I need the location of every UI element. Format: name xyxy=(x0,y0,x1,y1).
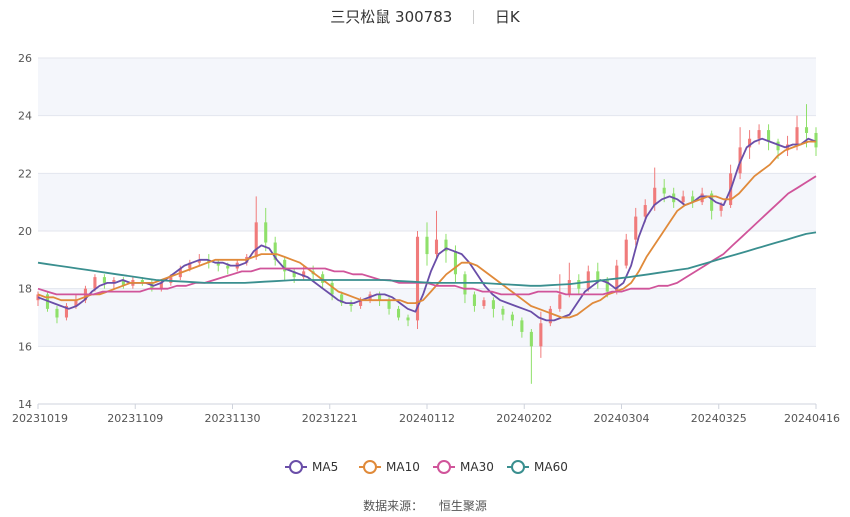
candle-body xyxy=(482,300,486,306)
x-tick-label: 20240202 xyxy=(496,412,552,425)
candle-body xyxy=(425,236,429,255)
x-tick-label: 20231109 xyxy=(107,412,163,425)
x-tick-label: 20231130 xyxy=(205,412,261,425)
y-axis: 14 16 18 20 22 24 26 xyxy=(18,52,32,411)
candle-body xyxy=(795,127,799,145)
x-tick-label: 20231221 xyxy=(302,412,358,425)
y-tick-label: 18 xyxy=(18,283,32,296)
chart-container: 三只松鼠 300783 日K 14 16 18 20 22 24 26 20231019 20… xyxy=(0,0,850,517)
candle-body xyxy=(681,196,685,203)
plot-band xyxy=(38,58,816,116)
x-axis: 20231019 20231109 20231130 20231221 20240112… xyxy=(12,403,840,425)
legend-item-ma5[interactable]: MA5 xyxy=(285,460,338,474)
candle-body xyxy=(653,187,657,206)
x-tick-label: 20231019 xyxy=(12,412,68,425)
candle-body xyxy=(472,294,476,306)
candle-body xyxy=(491,300,495,309)
y-tick-label: 26 xyxy=(18,52,32,65)
candle-body xyxy=(624,239,628,266)
y-tick-label: 16 xyxy=(18,340,32,353)
candle-body xyxy=(814,132,818,148)
y-tick-label: 20 xyxy=(18,225,32,238)
data-source: 数据来源： 恒生聚源 xyxy=(0,497,850,514)
legend-marker xyxy=(437,460,451,474)
candle-body xyxy=(93,277,97,289)
candlestick-chart[interactable]: 14161820222426 20231019 20231109 20231130 2… xyxy=(0,0,850,517)
candle-body xyxy=(520,320,524,332)
candle-body xyxy=(643,205,647,217)
x-tick-label: 20240112 xyxy=(399,412,455,425)
candle-body xyxy=(539,323,543,347)
candle-body xyxy=(254,222,258,257)
plot-background xyxy=(38,58,816,347)
x-tick-label: 20240325 xyxy=(691,412,747,425)
y-tick-label: 24 xyxy=(18,110,32,123)
legend-label: MA10 xyxy=(386,460,420,474)
x-tick-label: 20240304 xyxy=(594,412,650,425)
legend-item-ma30[interactable]: MA30 xyxy=(433,460,494,474)
legend-label: MA30 xyxy=(460,460,494,474)
candle-body xyxy=(396,308,401,318)
candle-body xyxy=(55,308,59,318)
candle-body xyxy=(757,130,761,139)
legend-item-ma60[interactable]: MA60 xyxy=(507,460,568,474)
candle-body xyxy=(577,280,581,289)
candle-body xyxy=(662,187,666,194)
candle-body xyxy=(596,271,600,281)
candle-body xyxy=(102,277,106,283)
candle-body xyxy=(226,265,230,269)
plot-band xyxy=(38,288,816,347)
candle-body xyxy=(529,331,533,347)
legend: MA5 MA10 MA30 MA60 xyxy=(285,460,568,474)
candle-body xyxy=(719,205,723,211)
candle-body xyxy=(501,308,505,315)
legend-item-ma10[interactable]: MA10 xyxy=(359,460,420,474)
candle-body xyxy=(510,314,514,321)
candle-body xyxy=(453,251,458,275)
legend-marker xyxy=(289,460,303,474)
candle-body xyxy=(634,216,638,240)
candle-body xyxy=(406,317,410,321)
candle-body xyxy=(463,274,467,295)
source-label: 数据来源： xyxy=(363,499,424,513)
x-tick-label: 20240416 xyxy=(784,412,840,425)
candle-body xyxy=(804,127,809,133)
legend-label: MA5 xyxy=(312,460,338,474)
candle-body xyxy=(567,280,571,295)
candle-body xyxy=(264,222,268,243)
candle-body xyxy=(387,300,391,309)
y-tick-label: 14 xyxy=(18,398,32,411)
candle-body xyxy=(434,239,439,255)
legend-marker xyxy=(511,460,525,474)
candle-body xyxy=(558,294,562,309)
source-value: 恒生聚源 xyxy=(438,499,487,513)
legend-marker xyxy=(363,460,377,474)
candle-body xyxy=(586,271,590,289)
y-tick-label: 22 xyxy=(18,167,32,180)
legend-label: MA60 xyxy=(534,460,568,474)
